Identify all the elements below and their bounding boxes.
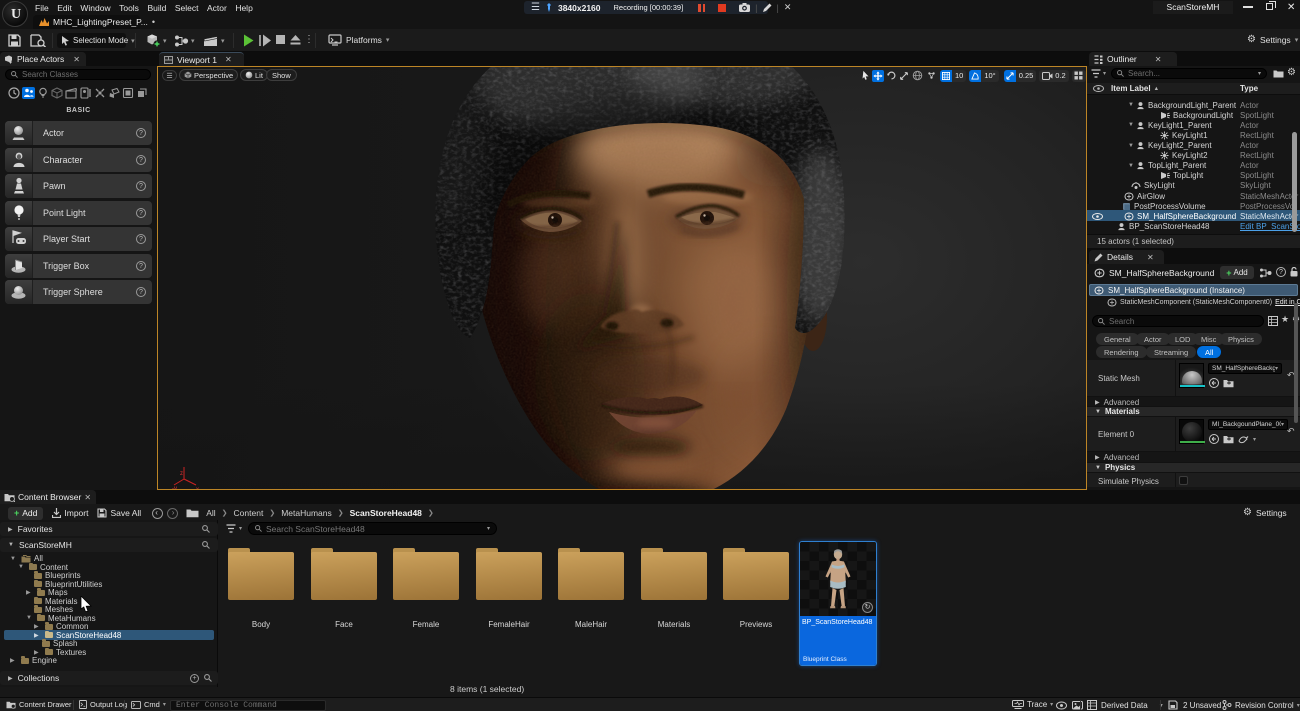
svg-text:z: z [180,471,183,477]
